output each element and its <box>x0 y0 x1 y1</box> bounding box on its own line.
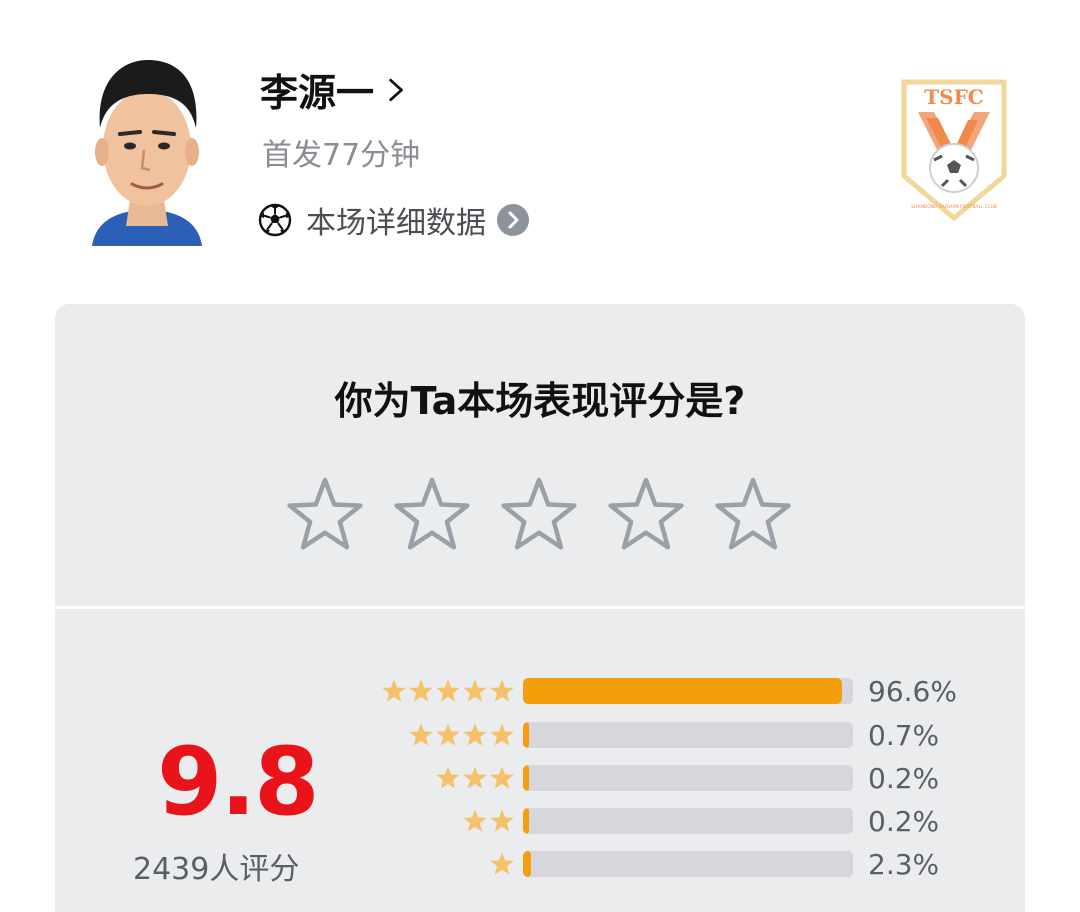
distribution-bar-fill <box>523 808 529 834</box>
star-icon <box>409 679 433 702</box>
match-details-label: 本场详细数据 <box>306 206 486 241</box>
star-icon <box>490 679 514 702</box>
distribution-bar <box>523 678 853 704</box>
star-icon <box>490 852 514 875</box>
distribution-bar-fill <box>523 722 529 748</box>
row-stars <box>355 678 515 704</box>
rating-question: 你为Ta本场表现评分是? <box>334 379 746 423</box>
star-2-button[interactable] <box>390 474 474 558</box>
distribution-percent: 96.6% <box>868 674 957 708</box>
row-stars <box>355 765 515 791</box>
distribution-bar-fill <box>523 851 531 877</box>
player-header: 李源一 首发77分钟 本场详细数据 TSFC SHANDONG TAISHAN … <box>0 0 1080 290</box>
distribution-bar <box>523 722 853 748</box>
star-icon <box>463 723 487 746</box>
arrow-right-circle-icon <box>497 204 529 236</box>
minutes-played: 首发77分钟 <box>262 138 421 173</box>
soccer-ball-icon <box>258 203 292 237</box>
distribution-bar <box>523 808 853 834</box>
row-stars <box>355 808 515 834</box>
player-avatar[interactable] <box>82 50 212 246</box>
match-details-link[interactable]: 本场详细数据 <box>258 198 530 242</box>
star-3-button[interactable] <box>497 474 581 558</box>
rating-count: 2439人评分 <box>133 852 300 887</box>
distribution-bar-fill <box>523 765 529 791</box>
row-stars <box>355 722 515 748</box>
star-1-button[interactable] <box>283 474 367 558</box>
distribution-row-2-star: 0.2% <box>355 804 940 838</box>
star-icon <box>382 679 406 702</box>
row-stars <box>355 851 515 877</box>
player-name: 李源一 <box>260 71 375 115</box>
distribution-row-4-star: 0.7% <box>355 718 940 752</box>
star-5-button[interactable] <box>711 474 795 558</box>
star-rating-input <box>283 474 795 558</box>
star-icon <box>490 766 514 789</box>
star-icon <box>490 723 514 746</box>
distribution-percent: 2.3% <box>868 847 940 881</box>
club-logo: TSFC SHANDONG TAISHAN FOOTBALL CLUB <box>898 76 1010 224</box>
distribution-percent: 0.7% <box>868 718 940 752</box>
club-logo-text: TSFC <box>924 85 983 109</box>
average-score: 9.8 <box>157 728 320 837</box>
distribution-percent: 0.2% <box>868 761 940 795</box>
distribution-bar-fill <box>523 678 842 704</box>
star-icon <box>436 679 460 702</box>
distribution-bar <box>523 851 853 877</box>
rating-card: 你为Ta本场表现评分是? 9.8 2439人评分 96.6% 0.7% 0.2% 0.… <box>55 304 1025 912</box>
distribution-bar <box>523 765 853 791</box>
star-icon <box>463 809 487 832</box>
star-icon <box>436 723 460 746</box>
distribution-row-5-star: 96.6% <box>355 674 957 708</box>
star-icon <box>436 766 460 789</box>
distribution-row-1-star: 2.3% <box>355 847 940 881</box>
star-icon <box>409 723 433 746</box>
star-icon <box>490 809 514 832</box>
distribution-percent: 0.2% <box>868 804 940 838</box>
distribution-row-3-star: 0.2% <box>355 761 940 795</box>
star-icon <box>463 679 487 702</box>
club-logo-subtext: SHANDONG TAISHAN FOOTBALL CLUB <box>911 204 997 210</box>
card-divider <box>55 606 1025 609</box>
player-name-link[interactable]: 李源一 <box>260 62 408 117</box>
chevron-right-icon <box>389 78 403 101</box>
star-icon <box>463 766 487 789</box>
star-4-button[interactable] <box>604 474 688 558</box>
